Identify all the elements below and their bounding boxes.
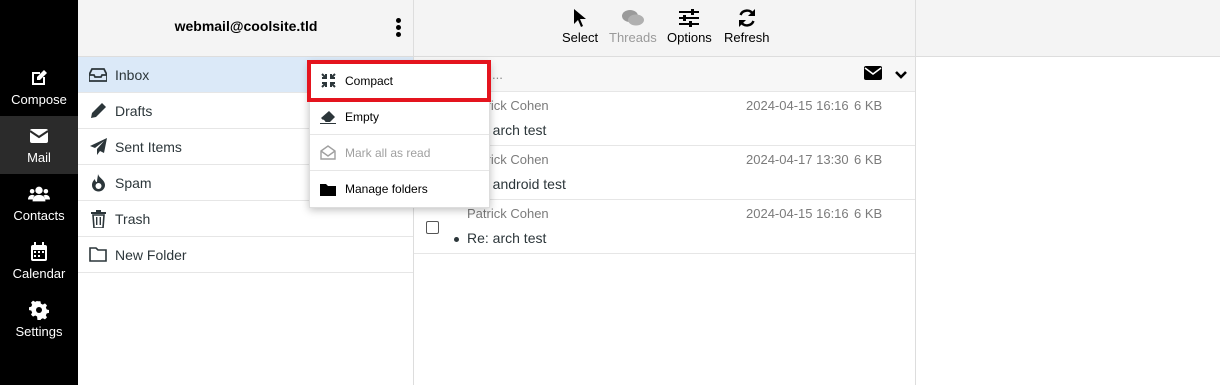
chevron-down-icon[interactable] [895,67,907,85]
eraser-icon [320,109,336,125]
main-nav: Compose Mail Contacts Calendar Settings [0,0,78,385]
message-date: 2024-04-15 16:16 [746,206,849,221]
compose-icon [28,67,50,89]
folder-actions-menu: Compact Empty Mark all as read Manage fo… [309,62,490,208]
threads-button-label: Threads [609,30,657,45]
fire-icon [89,173,107,192]
cursor-icon [573,6,587,30]
trash-icon [89,209,107,228]
message-from: Patrick Cohen [467,206,549,221]
menu-empty[interactable]: Empty [310,99,489,135]
menu-manage-folders-label: Manage folders [345,182,428,196]
nav-compose[interactable]: Compose [0,58,78,116]
folder-icon [89,246,107,264]
folder-actions-menu-button[interactable] [391,16,405,40]
settings-icon [28,299,50,321]
compress-icon [320,73,336,89]
menu-mark-all-read[interactable]: Mark all as read [310,135,489,171]
pencil-icon [89,102,107,120]
folder-drafts-label: Drafts [115,102,153,119]
menu-empty-label: Empty [345,109,380,124]
preview-header [916,0,1220,57]
refresh-button-label: Refresh [724,30,770,45]
nav-contacts-label: Contacts [13,208,65,223]
folder-spam-label: Spam [115,174,152,191]
envelope-icon[interactable] [864,66,882,85]
select-button[interactable]: Select [562,6,598,45]
menu-mark-all-read-label: Mark all as read [345,145,431,160]
account-email: webmail@coolsite.tld [174,18,318,34]
nav-compose-label: Compose [11,92,67,107]
nav-mail-label: Mail [27,150,51,165]
message-size: 6 KB [854,98,883,113]
unread-dot [454,237,459,242]
envelope-open-icon [320,145,336,161]
nav-calendar-label: Calendar [12,266,66,281]
select-button-label: Select [562,30,599,45]
message-date: 2024-04-17 13:30 [746,152,849,167]
nav-settings-label: Settings [15,324,63,339]
calendar-icon [28,241,50,263]
options-button[interactable]: Options [667,6,712,45]
contacts-icon [28,183,50,205]
quick-search[interactable]: ... [492,67,503,82]
inbox-icon [89,66,107,84]
message-subject[interactable]: Re: arch test [467,230,546,246]
paper-plane-icon [89,138,107,156]
folder-sent-items-label: Sent Items [115,138,182,155]
refresh-icon [737,6,757,30]
menu-manage-folders[interactable]: Manage folders [310,171,489,207]
message-checkbox[interactable] [426,221,439,234]
folder-new-folder-label: New Folder [115,246,187,263]
nav-mail[interactable]: Mail [0,116,78,174]
mail-icon [28,125,50,147]
folder-pane-header: webmail@coolsite.tld [78,0,413,57]
message-size: 6 KB [854,152,883,167]
folder-solid-icon [320,181,336,197]
folder-new-folder[interactable]: New Folder [78,237,413,273]
sliders-icon [679,6,700,30]
message-date: 2024-04-15 16:16 [746,98,849,113]
options-button-label: Options [667,30,712,45]
nav-calendar[interactable]: Calendar [0,232,78,290]
refresh-button[interactable]: Refresh [724,6,770,45]
list-toolbar: Select Threads Options Refresh [414,0,915,57]
nav-contacts[interactable]: Contacts [0,174,78,232]
folder-trash-label: Trash [115,210,151,227]
webmail-app: Compose Mail Contacts Calendar Settings [0,0,1220,385]
menu-compact[interactable]: Compact [310,63,489,99]
message-size: 6 KB [854,206,883,221]
threads-button[interactable]: Threads [609,6,657,45]
nav-settings[interactable]: Settings [0,290,78,348]
message-row[interactable]: Patrick Cohen 2024-04-15 16:16 6 KB Re: … [414,200,915,254]
folder-inbox-label: Inbox [115,66,150,83]
menu-compact-label: Compact [345,73,394,88]
comments-icon [621,6,645,30]
